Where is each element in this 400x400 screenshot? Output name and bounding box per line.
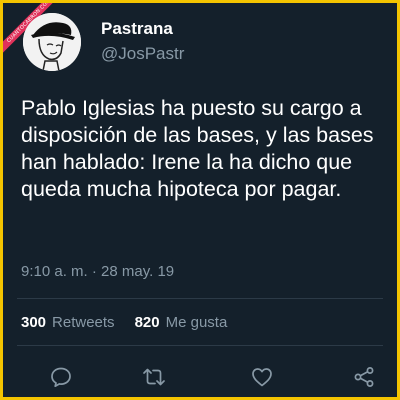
share-button[interactable]: [348, 361, 380, 393]
tweet-card: CUANTOCABRON.COM Pastrana @JosPastr Pabl…: [0, 0, 400, 400]
tweet-timestamp[interactable]: 9:10 a. m. · 28 may. 19: [21, 262, 174, 282]
user-handle[interactable]: @JosPastr: [101, 42, 184, 66]
share-icon: [354, 367, 374, 387]
user-names: Pastrana @JosPastr: [101, 18, 184, 66]
likes-label[interactable]: Me gusta: [166, 313, 228, 333]
tweet-stats: 300 Retweets 820 Me gusta: [21, 313, 227, 333]
display-name[interactable]: Pastrana: [101, 18, 184, 40]
retweet-icon: [143, 368, 165, 386]
tweet-text: Pablo Iglesias ha puesto su cargo a disp…: [21, 96, 374, 201]
avatar-illustration: [23, 13, 81, 71]
like-button[interactable]: [246, 361, 278, 393]
avatar[interactable]: [23, 13, 81, 71]
retweet-button[interactable]: [138, 361, 170, 393]
likes-count[interactable]: 820: [135, 313, 160, 333]
action-bar: [3, 361, 397, 393]
retweets-label[interactable]: Retweets: [52, 313, 115, 333]
heart-icon: [252, 368, 272, 387]
reply-button[interactable]: [45, 361, 77, 393]
retweets-count[interactable]: 300: [21, 313, 46, 333]
tweet-header: Pastrana @JosPastr: [23, 13, 184, 71]
reply-icon: [51, 367, 71, 388]
divider: [17, 298, 383, 299]
divider: [17, 345, 383, 346]
